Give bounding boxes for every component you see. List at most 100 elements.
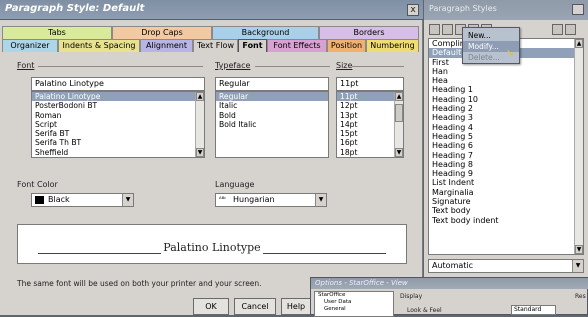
scroll-down-icon[interactable]: ▼: [575, 245, 583, 254]
size-list[interactable]: 11pt 12pt 13pt 14pt 15pt 16pt 18pt ▲ ▼: [336, 91, 404, 158]
font-color-label: Font Color: [17, 180, 58, 189]
list-item[interactable]: Heading 5: [429, 132, 583, 141]
tab-row-2: Organizer Indents & Spacing Alignment Te…: [0, 39, 423, 52]
chevron-down-icon[interactable]: ▼: [572, 260, 583, 272]
font-list-scrollbar[interactable]: ▲ ▼: [195, 92, 204, 157]
list-item[interactable]: Text body indent: [429, 216, 583, 225]
font-preview: Palatino Linotype: [17, 224, 407, 264]
list-item[interactable]: Sheffield: [32, 148, 204, 157]
list-item[interactable]: Heading 1: [429, 85, 583, 94]
tab-text-flow[interactable]: Text Flow: [193, 39, 238, 52]
color-swatch: [35, 196, 44, 204]
scroll-down-icon[interactable]: ▼: [196, 148, 204, 157]
scroll-thumb[interactable]: [395, 104, 403, 122]
size-label: Size: [336, 61, 353, 70]
look-feel-dropdown[interactable]: Standard: [511, 305, 556, 315]
tab-background[interactable]: Background: [212, 26, 319, 39]
typeface-field[interactable]: Regular: [215, 77, 329, 91]
look-feel-label: Look & Feel: [407, 307, 442, 314]
tab-row-1: Tabs Drop Caps Background Borders: [0, 26, 423, 39]
list-item[interactable]: Script: [32, 120, 204, 129]
styles-list-scrollbar[interactable]: ▲ ▼: [574, 39, 583, 254]
list-item[interactable]: Heading 9: [429, 169, 583, 178]
typeface-label: Typeface: [215, 61, 251, 70]
list-item[interactable]: Heading 6: [429, 141, 583, 150]
tree-item[interactable]: User Data: [315, 299, 393, 306]
mouse-cursor-icon: ➘: [506, 48, 515, 59]
ok-button[interactable]: OK: [193, 298, 229, 315]
fill-format-icon[interactable]: [552, 24, 563, 35]
list-item[interactable]: Serifa BT: [32, 129, 204, 138]
language-dropdown[interactable]: ᴬᴮᶜ Hungarian ▼: [215, 193, 327, 207]
font-list[interactable]: Palatino Linotype PosterBodoni BT Roman …: [31, 91, 205, 158]
close-icon[interactable]: x: [407, 4, 419, 16]
tab-font-effects[interactable]: Font Effects: [267, 39, 327, 52]
list-item[interactable]: Roman: [32, 111, 204, 120]
tab-alignment[interactable]: Alignment: [140, 39, 193, 52]
scroll-down-icon[interactable]: ▼: [395, 148, 403, 157]
display-label: Display: [400, 293, 423, 300]
character-styles-icon[interactable]: [442, 24, 453, 35]
style-filter-dropdown[interactable]: Automatic ▼: [428, 259, 584, 273]
size-field[interactable]: 11pt: [336, 77, 404, 91]
list-item[interactable]: PosterBodoni BT: [32, 101, 204, 110]
tab-tabs[interactable]: Tabs: [2, 26, 112, 39]
tab-indents-spacing[interactable]: Indents & Spacing: [58, 39, 140, 52]
list-item[interactable]: Signature: [429, 197, 583, 206]
styles-list[interactable]: Complimentary close Default First Han He…: [428, 38, 584, 255]
dialog-title: Paragraph Style: Default: [5, 3, 145, 14]
list-item[interactable]: Heading 3: [429, 113, 583, 122]
list-item[interactable]: Heading 2: [429, 104, 583, 113]
font-label-line: [38, 66, 203, 67]
list-item[interactable]: Heading 10: [429, 95, 583, 104]
styles-title: Paragraph Styles: [429, 4, 497, 13]
styles-title-bar[interactable]: Paragraph Styles: [424, 0, 588, 20]
list-item[interactable]: Text body: [429, 206, 583, 215]
tab-numbering[interactable]: Numbering: [366, 39, 419, 52]
options-title-bar[interactable]: Options - StarOffice - View: [311, 278, 588, 289]
list-item[interactable]: Heading 4: [429, 123, 583, 132]
cancel-button[interactable]: Cancel: [234, 298, 276, 315]
scroll-up-icon[interactable]: ▲: [395, 92, 403, 101]
tab-font[interactable]: Font: [238, 39, 267, 52]
paragraph-styles-icon[interactable]: [429, 24, 440, 35]
list-item[interactable]: List Indent: [429, 178, 583, 187]
list-item[interactable]: Hea: [429, 76, 583, 85]
scroll-up-icon[interactable]: ▲: [196, 92, 204, 101]
chevron-down-icon[interactable]: ▼: [315, 194, 326, 206]
list-item[interactable]: Heading 8: [429, 160, 583, 169]
tab-drop-caps[interactable]: Drop Caps: [112, 26, 212, 39]
options-title: Options - StarOffice - View: [315, 279, 408, 287]
preview-text-row: Palatino Linotype: [18, 241, 406, 254]
style-filter-value: Automatic: [432, 261, 474, 270]
list-item[interactable]: Han: [429, 67, 583, 76]
tree-item[interactable]: StarOffice: [315, 292, 393, 299]
list-item[interactable]: Serifa Th BT: [32, 138, 204, 147]
font-name-field[interactable]: Palatino Linotype: [31, 77, 205, 91]
font-color-dropdown[interactable]: Black ▼: [31, 193, 134, 207]
size-list-scrollbar[interactable]: ▲ ▼: [394, 92, 403, 157]
tab-borders[interactable]: Borders: [319, 26, 419, 39]
language-label: Language: [215, 180, 255, 189]
scroll-up-icon[interactable]: ▲: [575, 39, 583, 48]
close-icon[interactable]: [572, 4, 584, 15]
tree-item[interactable]: General: [315, 306, 393, 313]
list-item[interactable]: Palatino Linotype: [32, 92, 204, 102]
list-item[interactable]: Bold: [216, 111, 328, 120]
list-item[interactable]: Italic: [216, 101, 328, 110]
typeface-list[interactable]: Regular Italic Bold Bold Italic: [215, 91, 329, 158]
options-tree[interactable]: StarOffice User Data General: [314, 291, 394, 317]
new-style-icon[interactable]: [565, 24, 576, 35]
list-item[interactable]: Marginalia: [429, 188, 583, 197]
tab-position[interactable]: Position: [327, 39, 366, 52]
help-button[interactable]: Help: [281, 298, 311, 315]
look-feel-value: Standard: [514, 306, 542, 313]
tab-organizer[interactable]: Organizer: [2, 39, 58, 52]
list-item[interactable]: Regular: [216, 92, 328, 102]
list-item[interactable]: Heading 7: [429, 151, 583, 160]
list-item[interactable]: Bold Italic: [216, 120, 328, 129]
chevron-down-icon[interactable]: ▼: [122, 194, 133, 206]
dialog-title-bar[interactable]: Paragraph Style: Default x: [0, 0, 423, 20]
menu-item-new[interactable]: New...: [463, 30, 519, 41]
info-text: The same font will be used on both your …: [17, 279, 262, 288]
